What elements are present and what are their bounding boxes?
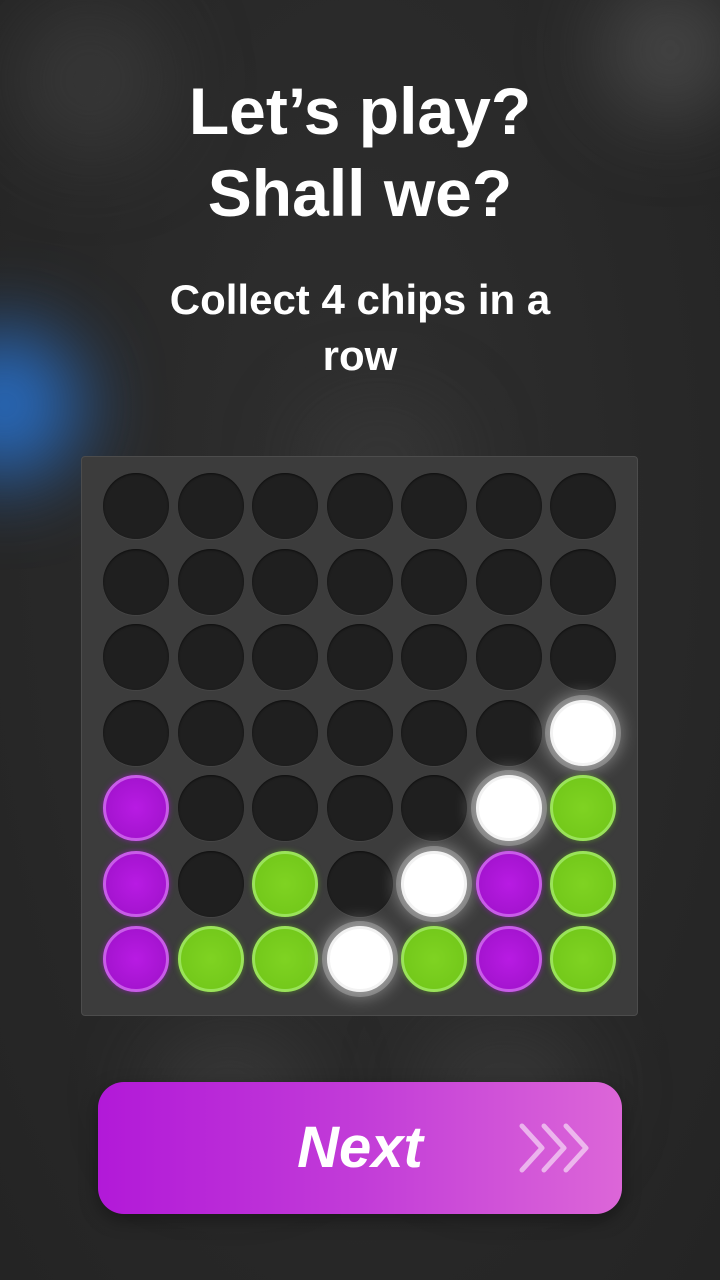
chip-white[interactable] [550, 699, 616, 766]
instruction-text: Collect 4 chips in a row [169, 276, 551, 379]
game-tutorial-screen: Let’s play? Shall we? Collect 4 chips in… [0, 0, 720, 1280]
board-slot-empty[interactable] [475, 473, 542, 539]
chip-purple[interactable] [103, 926, 169, 992]
board-slot-empty[interactable] [103, 624, 169, 690]
board-slot-empty[interactable] [401, 548, 467, 615]
chip-green[interactable] [550, 775, 616, 841]
board-slot-empty[interactable] [252, 775, 318, 841]
chip-purple[interactable] [475, 926, 542, 992]
board-slot-empty[interactable] [326, 699, 393, 766]
title-line-2: Shall we? [207, 156, 513, 230]
chip-green[interactable] [252, 850, 318, 917]
board-slot-empty[interactable] [103, 548, 169, 615]
board-slot-empty[interactable] [401, 473, 467, 539]
chip-purple[interactable] [103, 850, 169, 917]
chip-purple[interactable] [103, 775, 169, 841]
chip-white[interactable] [401, 850, 467, 917]
board-slot-empty[interactable] [550, 473, 616, 539]
board-slot-empty[interactable] [550, 624, 616, 690]
next-button[interactable]: Next [98, 1082, 622, 1214]
board-slot-empty[interactable] [252, 473, 318, 539]
board-slot-empty[interactable] [475, 624, 542, 690]
chip-purple[interactable] [475, 850, 542, 917]
board-slot-empty[interactable] [326, 624, 393, 690]
board-slot-empty[interactable] [177, 624, 244, 690]
board-slot-empty[interactable] [177, 775, 244, 841]
board-slot-empty[interactable] [177, 473, 244, 539]
board-slot-empty[interactable] [177, 548, 244, 615]
chip-white[interactable] [326, 926, 393, 992]
board-slot-empty[interactable] [326, 775, 393, 841]
board-slot-empty[interactable] [252, 548, 318, 615]
board-slot-empty[interactable] [326, 473, 393, 539]
chip-white[interactable] [475, 775, 542, 841]
board-slot-empty[interactable] [401, 699, 467, 766]
title-line-1: Let’s play? [188, 74, 532, 148]
board-slot-empty[interactable] [401, 775, 467, 841]
board-slot-empty[interactable] [177, 699, 244, 766]
game-board[interactable] [81, 456, 638, 1016]
chip-green[interactable] [401, 926, 467, 992]
chip-green[interactable] [252, 926, 318, 992]
board-slot-empty[interactable] [252, 624, 318, 690]
board-slot-empty[interactable] [326, 850, 393, 917]
board-slot-empty[interactable] [252, 699, 318, 766]
background-blur [0, 330, 80, 480]
board-slot-empty[interactable] [177, 850, 244, 917]
page-title: Let’s play? Shall we? [0, 70, 720, 234]
board-slot-empty[interactable] [401, 624, 467, 690]
triple-chevron-right-icon [519, 1123, 589, 1173]
board-slot-empty[interactable] [475, 548, 542, 615]
board-slot-empty[interactable] [475, 699, 542, 766]
board-slot-empty[interactable] [103, 473, 169, 539]
chip-green[interactable] [550, 850, 616, 917]
chip-green[interactable] [550, 926, 616, 992]
chip-green[interactable] [177, 926, 244, 992]
board-slot-empty[interactable] [550, 548, 616, 615]
board-slot-empty[interactable] [103, 699, 169, 766]
board-slot-empty[interactable] [326, 548, 393, 615]
